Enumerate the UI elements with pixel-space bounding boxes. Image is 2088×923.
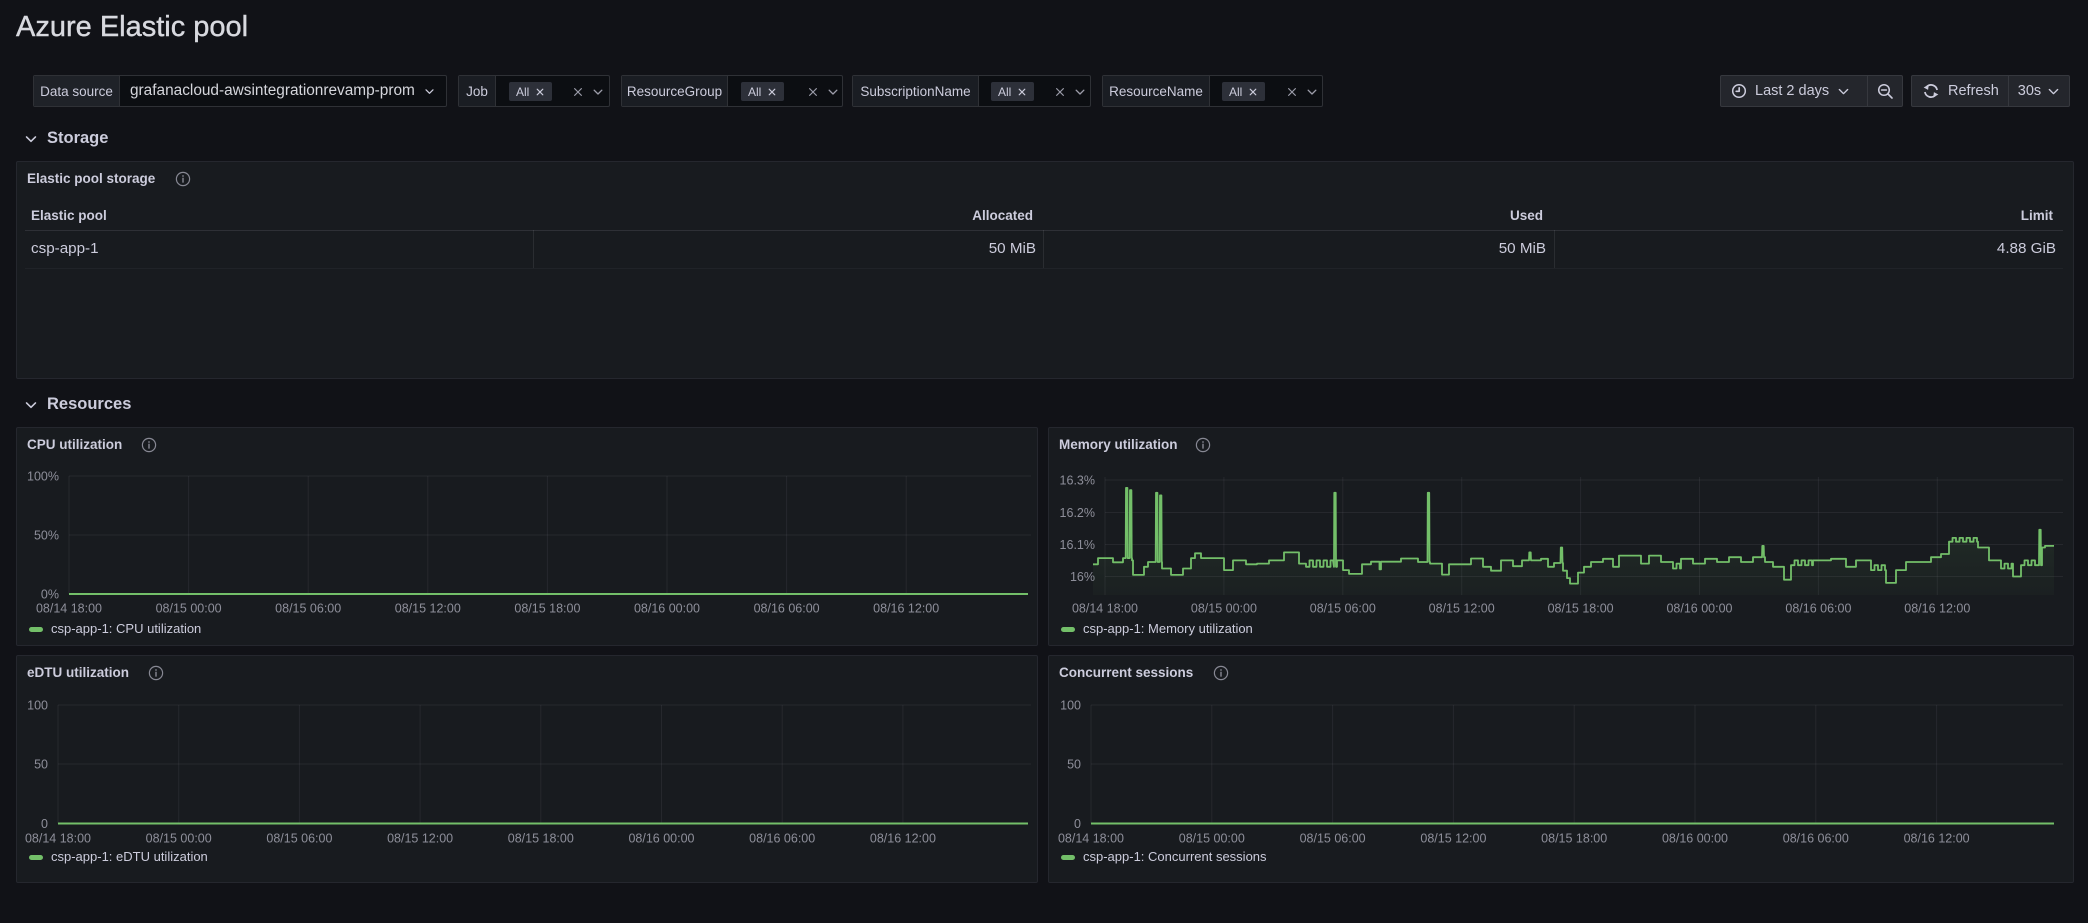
svg-text:08/15 18:00: 08/15 18:00 <box>514 602 580 616</box>
svg-text:100: 100 <box>1060 699 1081 713</box>
svg-text:08/15 00:00: 08/15 00:00 <box>1179 832 1245 846</box>
svg-text:08/16 06:00: 08/16 06:00 <box>1785 602 1851 616</box>
svg-text:16.3%: 16.3% <box>1060 474 1095 488</box>
svg-text:08/16 12:00: 08/16 12:00 <box>870 832 936 846</box>
svg-text:08/16 06:00: 08/16 06:00 <box>1783 832 1849 846</box>
svg-text:08/15 00:00: 08/15 00:00 <box>146 832 212 846</box>
svg-text:08/15 18:00: 08/15 18:00 <box>1541 832 1607 846</box>
svg-text:08/15 06:00: 08/15 06:00 <box>1300 832 1366 846</box>
svg-text:08/15 06:00: 08/15 06:00 <box>275 602 341 616</box>
svg-text:08/16 00:00: 08/16 00:00 <box>1662 832 1728 846</box>
svg-text:08/15 12:00: 08/15 12:00 <box>1420 832 1486 846</box>
svg-text:08/16 00:00: 08/16 00:00 <box>634 602 700 616</box>
svg-text:08/16 12:00: 08/16 12:00 <box>873 602 939 616</box>
svg-text:08/15 06:00: 08/15 06:00 <box>266 832 332 846</box>
svg-text:08/16 00:00: 08/16 00:00 <box>1666 602 1732 616</box>
svg-text:08/15 18:00: 08/15 18:00 <box>1548 602 1614 616</box>
svg-text:08/15 00:00: 08/15 00:00 <box>1191 602 1257 616</box>
svg-text:0%: 0% <box>41 588 59 602</box>
svg-text:16.1%: 16.1% <box>1060 538 1095 552</box>
svg-text:0: 0 <box>1074 817 1081 831</box>
svg-text:08/15 12:00: 08/15 12:00 <box>387 832 453 846</box>
svg-text:08/14 18:00: 08/14 18:00 <box>36 602 102 616</box>
svg-text:16.2%: 16.2% <box>1060 506 1095 520</box>
svg-text:100: 100 <box>27 699 48 713</box>
svg-text:08/16 06:00: 08/16 06:00 <box>754 602 820 616</box>
svg-text:08/16 06:00: 08/16 06:00 <box>749 832 815 846</box>
svg-text:08/14 18:00: 08/14 18:00 <box>1072 602 1138 616</box>
svg-text:0: 0 <box>41 817 48 831</box>
svg-text:08/14 18:00: 08/14 18:00 <box>1058 832 1124 846</box>
svg-text:08/16 12:00: 08/16 12:00 <box>1904 832 1970 846</box>
svg-text:08/14 18:00: 08/14 18:00 <box>25 832 91 846</box>
svg-text:50%: 50% <box>34 529 59 543</box>
svg-text:08/15 00:00: 08/15 00:00 <box>156 602 222 616</box>
svg-text:08/16 00:00: 08/16 00:00 <box>628 832 694 846</box>
svg-text:100%: 100% <box>27 470 59 484</box>
svg-text:50: 50 <box>34 758 48 772</box>
svg-text:08/15 12:00: 08/15 12:00 <box>1429 602 1495 616</box>
svg-text:50: 50 <box>1067 758 1081 772</box>
svg-text:08/15 06:00: 08/15 06:00 <box>1310 602 1376 616</box>
svg-text:08/15 12:00: 08/15 12:00 <box>395 602 461 616</box>
svg-text:08/16 12:00: 08/16 12:00 <box>1904 602 1970 616</box>
svg-text:16%: 16% <box>1070 570 1095 584</box>
svg-text:08/15 18:00: 08/15 18:00 <box>508 832 574 846</box>
